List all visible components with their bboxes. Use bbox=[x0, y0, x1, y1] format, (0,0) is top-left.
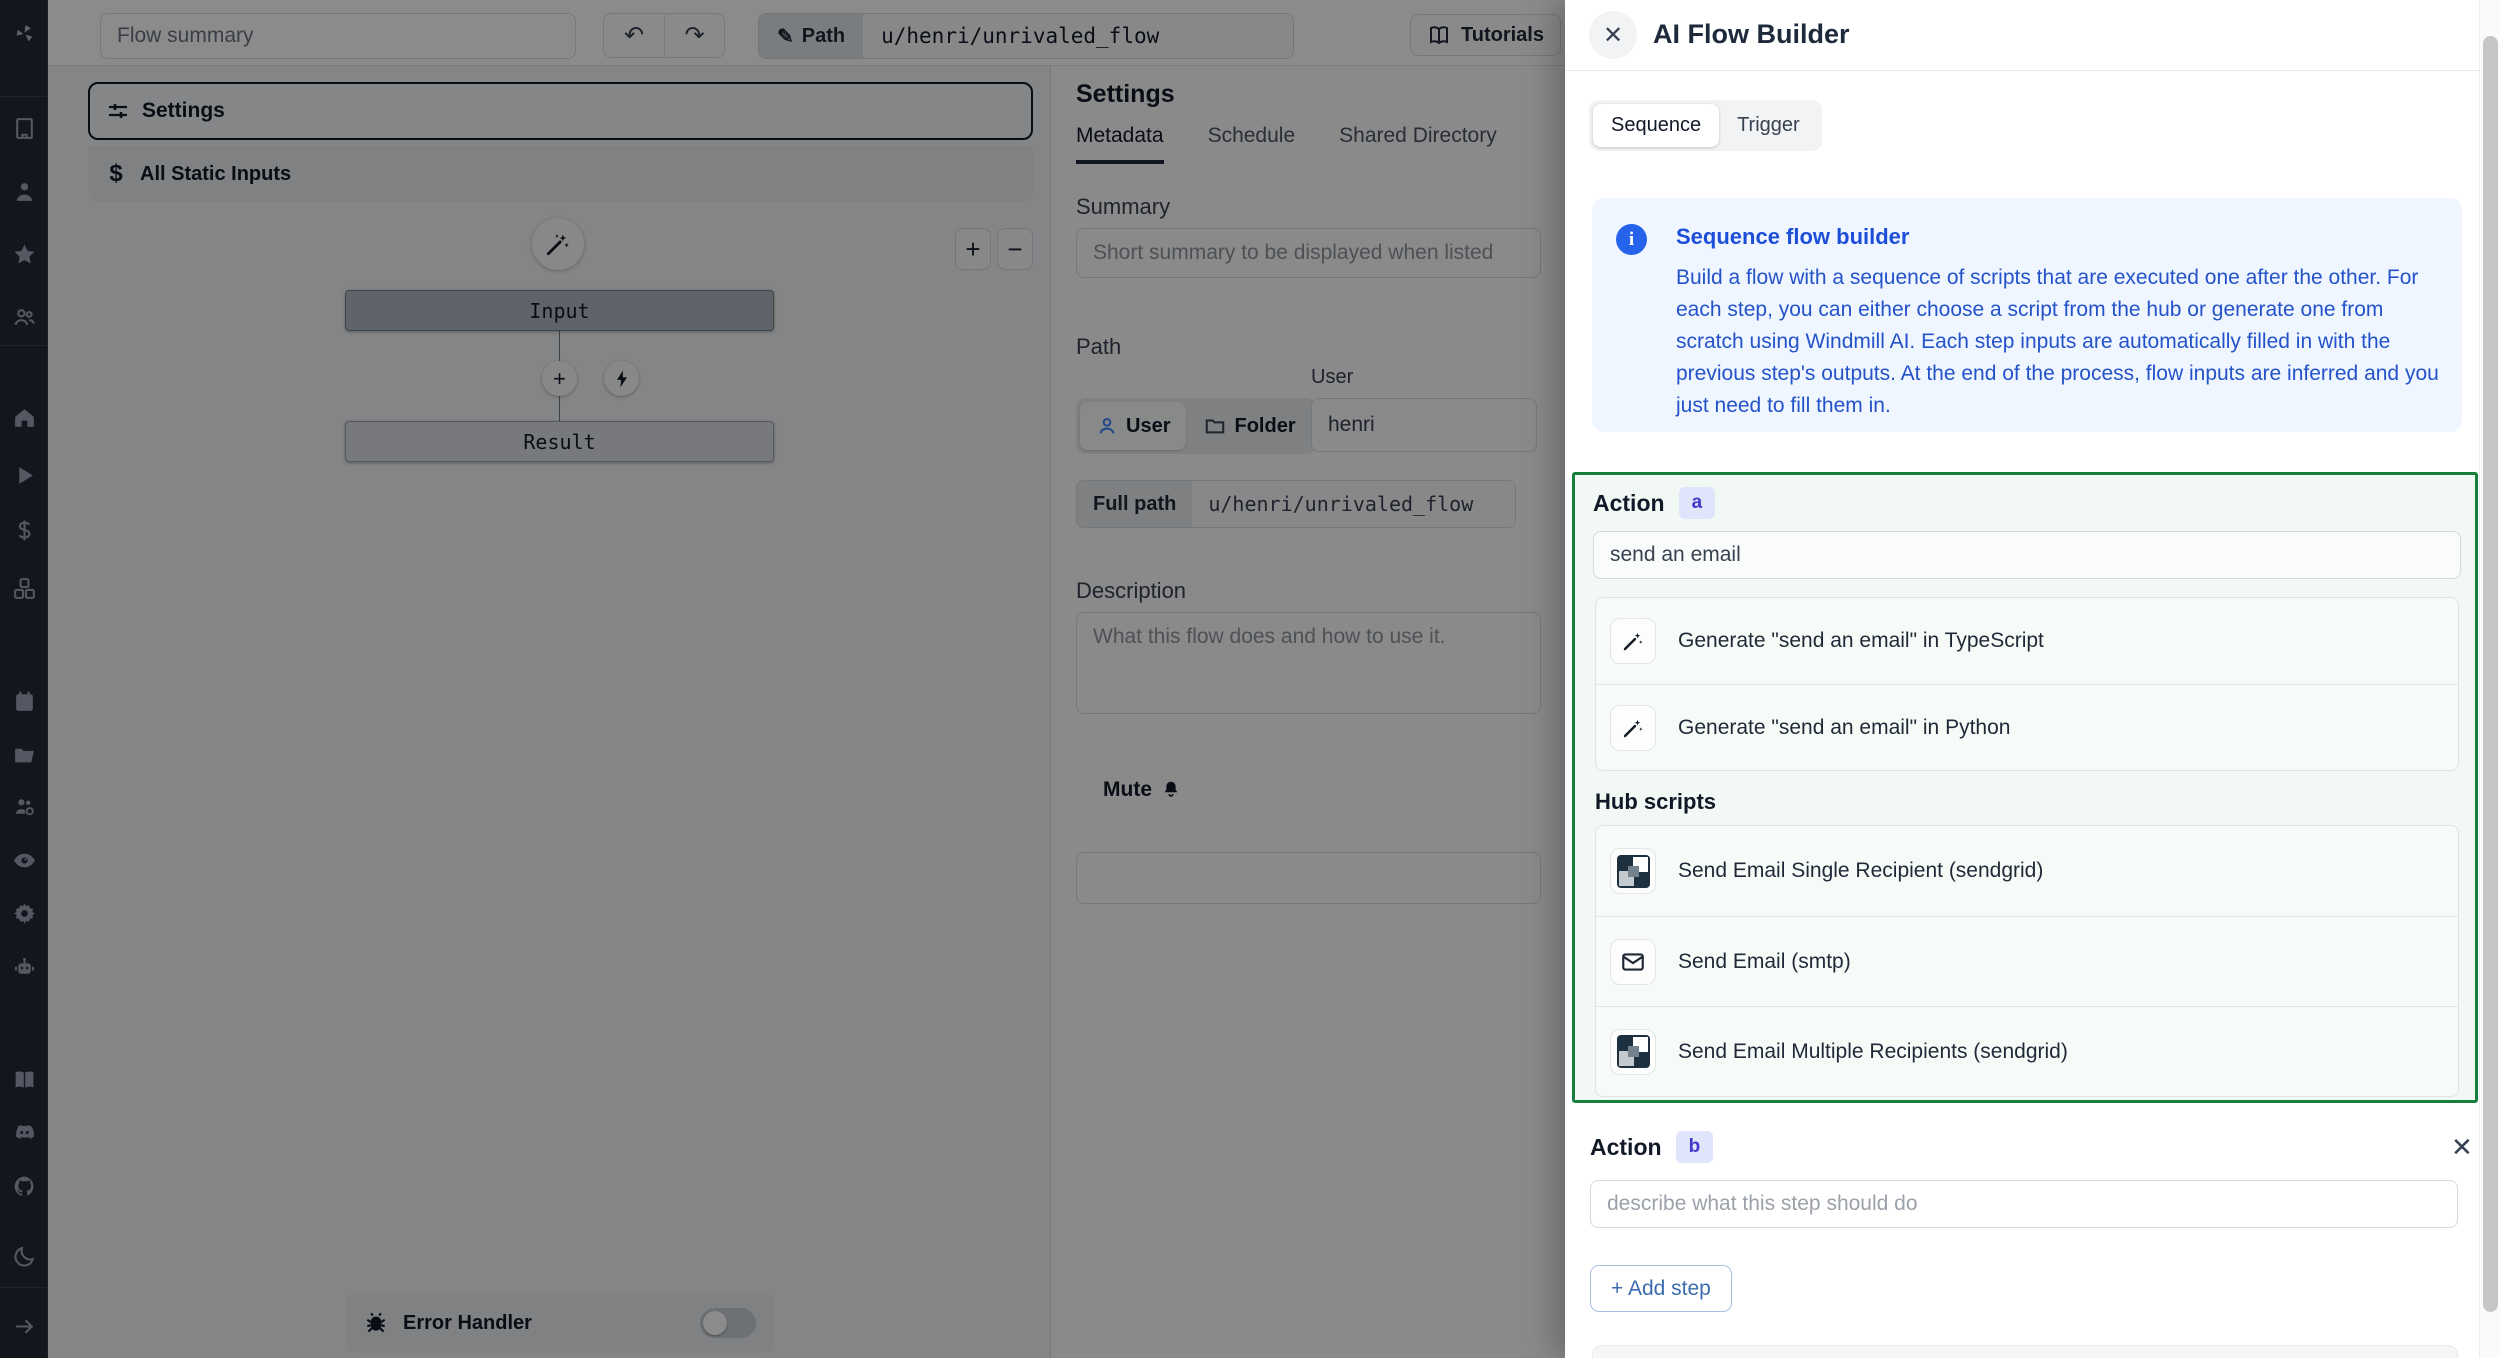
modal-dim-overlay[interactable] bbox=[0, 0, 1565, 1358]
hub-script-list: Send Email Single Recipient (sendgrid) S… bbox=[1595, 825, 2459, 1097]
close-icon: ✕ bbox=[1603, 21, 1623, 50]
tab-trigger[interactable]: Trigger bbox=[1719, 104, 1818, 147]
panel-scrollbar[interactable] bbox=[2479, 0, 2500, 1358]
hub-scripts-label: Hub scripts bbox=[1595, 789, 1716, 815]
mode-toggle: Sequence Trigger bbox=[1589, 100, 1822, 151]
ai-panel-header: ✕ AI Flow Builder bbox=[1565, 0, 2500, 71]
windmill-flow-editor: ↶ ↷ ✎ Path u/henri/unrivaled_flow Tutori… bbox=[0, 0, 2500, 1358]
magic-wand-icon bbox=[1610, 618, 1656, 664]
hub-script-label: Send Email Single Recipient (sendgrid) bbox=[1678, 859, 2043, 883]
action-b-label: Action bbox=[1590, 1134, 1662, 1161]
magic-wand-icon bbox=[1610, 705, 1656, 751]
action-a-label: Action bbox=[1593, 490, 1665, 517]
close-panel-button[interactable]: ✕ bbox=[1589, 11, 1637, 59]
suggestion-list: Generate "send an email" in TypeScript G… bbox=[1595, 597, 2459, 771]
cutoff-section bbox=[1592, 1345, 2458, 1358]
suggestion-label: Generate "send an email" in Python bbox=[1678, 716, 2010, 740]
hub-script-label: Send Email Multiple Recipients (sendgrid… bbox=[1678, 1040, 2068, 1064]
hub-script-item[interactable]: Send Email (smtp) bbox=[1596, 916, 2458, 1006]
action-a-input[interactable] bbox=[1593, 531, 2461, 579]
ai-flow-builder-panel: ✕ AI Flow Builder Sequence Trigger i Seq… bbox=[1565, 0, 2500, 1358]
action-b-badge: b bbox=[1676, 1131, 1714, 1163]
hub-script-item[interactable]: Send Email Multiple Recipients (sendgrid… bbox=[1596, 1006, 2458, 1096]
hub-script-label: Send Email (smtp) bbox=[1678, 950, 1851, 974]
scrollbar-thumb[interactable] bbox=[2483, 36, 2498, 1312]
info-title: Sequence flow builder bbox=[1676, 224, 1909, 250]
info-callout: i Sequence flow builder Build a flow wit… bbox=[1592, 198, 2462, 432]
hub-script-item[interactable]: Send Email Single Recipient (sendgrid) bbox=[1596, 826, 2458, 916]
suggestion-label: Generate "send an email" in TypeScript bbox=[1678, 629, 2044, 653]
add-step-button[interactable]: + Add step bbox=[1590, 1265, 1732, 1312]
action-a-badge: a bbox=[1679, 487, 1716, 519]
action-b-header: Action b bbox=[1590, 1131, 1713, 1163]
tab-sequence[interactable]: Sequence bbox=[1593, 104, 1719, 147]
sendgrid-icon bbox=[1610, 848, 1656, 894]
info-body: Build a flow with a sequence of scripts … bbox=[1676, 262, 2442, 422]
suggestion-generate-typescript[interactable]: Generate "send an email" in TypeScript bbox=[1596, 598, 2458, 684]
sendgrid-icon bbox=[1610, 1029, 1656, 1075]
action-b-input[interactable] bbox=[1590, 1180, 2458, 1228]
mail-icon bbox=[1610, 939, 1656, 985]
ai-panel-title: AI Flow Builder bbox=[1653, 19, 1850, 50]
close-icon: ✕ bbox=[2451, 1132, 2473, 1162]
info-icon: i bbox=[1616, 224, 1647, 255]
action-a-card: Action a Generate "send an email" in Typ… bbox=[1572, 472, 2478, 1103]
remove-action-b-button[interactable]: ✕ bbox=[2445, 1133, 2479, 1161]
suggestion-generate-python[interactable]: Generate "send an email" in Python bbox=[1596, 684, 2458, 770]
